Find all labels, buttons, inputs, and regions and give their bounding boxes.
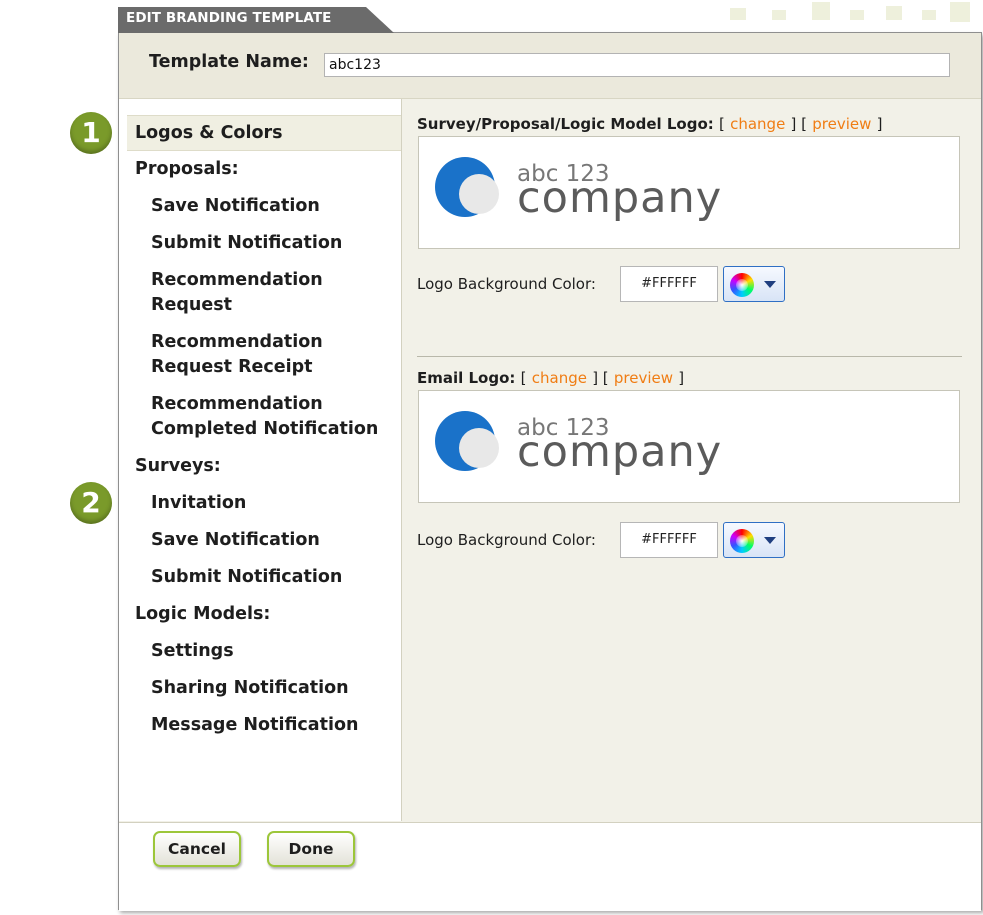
- email-logo-change-link[interactable]: change: [532, 369, 587, 387]
- survey-logo-title: Survey/Proposal/Logic Model Logo:: [417, 115, 714, 133]
- sidebar-item-recommendation-completed-line1[interactable]: Recommendation: [151, 392, 323, 416]
- survey-logo-text-big: company: [517, 173, 723, 223]
- background-pattern: [700, 0, 983, 30]
- dialog-title: EDIT BRANDING TEMPLATE: [126, 10, 332, 26]
- dialog-footer: Cancel Done: [119, 822, 981, 911]
- survey-logo-bg-color-input[interactable]: #FFFFFF: [620, 266, 718, 302]
- sidebar-item-logic-message-notification[interactable]: Message Notification: [151, 713, 358, 737]
- survey-logo-bg-color-label: Logo Background Color:: [417, 275, 596, 293]
- sidebar-item-logic-sharing-notification[interactable]: Sharing Notification: [151, 676, 349, 700]
- sidebar-group-proposals: Proposals:: [135, 159, 239, 179]
- main-content: Survey/Proposal/Logic Model Logo: [ chan…: [402, 99, 981, 821]
- sidebar-item-recommendation-request-line1[interactable]: Recommendation: [151, 268, 323, 292]
- survey-logo-change-link[interactable]: change: [730, 115, 785, 133]
- survey-logo-preview-link[interactable]: preview: [812, 115, 871, 133]
- email-logo-title: Email Logo:: [417, 369, 516, 387]
- email-logo-color-picker-button[interactable]: [723, 522, 785, 558]
- sidebar-group-surveys: Surveys:: [135, 456, 221, 476]
- email-logo-label: Email Logo: [ change ] [ preview ]: [417, 369, 684, 387]
- sidebar-item-logic-settings[interactable]: Settings: [151, 639, 234, 663]
- survey-logo-label: Survey/Proposal/Logic Model Logo: [ chan…: [417, 115, 882, 133]
- email-logo-text-big: company: [517, 427, 723, 477]
- color-wheel-icon: [730, 273, 754, 297]
- sidebar-item-survey-save-notification[interactable]: Save Notification: [151, 528, 320, 552]
- sidebar-item-proposal-save-notification[interactable]: Save Notification: [151, 194, 320, 218]
- sidebar-item-recommendation-request-receipt-line2[interactable]: Request Receipt: [151, 355, 313, 379]
- template-name-input[interactable]: [324, 53, 950, 77]
- email-logo-preview-link[interactable]: preview: [614, 369, 673, 387]
- logo-mark-icon: [435, 157, 499, 217]
- cancel-button[interactable]: Cancel: [153, 831, 241, 867]
- email-logo-bracket-close: ]: [678, 369, 685, 387]
- sidebar-item-recommendation-completed-line2[interactable]: Completed Notification: [151, 417, 378, 441]
- callout-marker-1: 1: [70, 112, 112, 154]
- survey-logo-bracket-mid: ] [: [790, 115, 808, 133]
- survey-logo-color-picker-button[interactable]: [723, 266, 785, 302]
- sidebar-item-survey-submit-notification[interactable]: Submit Notification: [151, 565, 342, 589]
- section-divider: [417, 356, 962, 357]
- callout-marker-2: 2: [70, 482, 112, 524]
- logo-mark-icon: [435, 411, 499, 471]
- done-button[interactable]: Done: [267, 831, 355, 867]
- sidebar-item-recommendation-request-receipt-line1[interactable]: Recommendation: [151, 330, 323, 354]
- template-name-row: Template Name:: [119, 33, 981, 99]
- sidebar-item-survey-invitation[interactable]: Invitation: [151, 491, 246, 515]
- survey-logo-bracket-close: ]: [876, 115, 883, 133]
- survey-logo-bracket-open: [: [719, 115, 725, 133]
- chevron-down-icon: [764, 281, 776, 288]
- sidebar-group-logic-models: Logic Models:: [135, 604, 271, 624]
- edit-branding-dialog: Template Name: Logos & Colors Proposals:…: [118, 32, 982, 911]
- email-logo-bg-color-input[interactable]: #FFFFFF: [620, 522, 718, 558]
- color-wheel-icon: [730, 529, 754, 553]
- template-name-label: Template Name:: [149, 52, 309, 72]
- email-logo-preview-box: abc 123 company: [418, 390, 960, 503]
- survey-logo-preview-box: abc 123 company: [418, 136, 960, 249]
- email-logo-bg-color-label: Logo Background Color:: [417, 531, 596, 549]
- sidebar-item-proposal-submit-notification[interactable]: Submit Notification: [151, 231, 342, 255]
- sidebar-item-recommendation-request-line2[interactable]: Request: [151, 293, 232, 317]
- chevron-down-icon: [764, 537, 776, 544]
- email-logo-bracket-open: [: [520, 369, 527, 387]
- email-logo-bracket-mid: ] [: [592, 369, 609, 387]
- sidebar: Logos & Colors Proposals: Save Notificat…: [119, 99, 402, 821]
- sidebar-item-logos-colors[interactable]: Logos & Colors: [127, 115, 401, 151]
